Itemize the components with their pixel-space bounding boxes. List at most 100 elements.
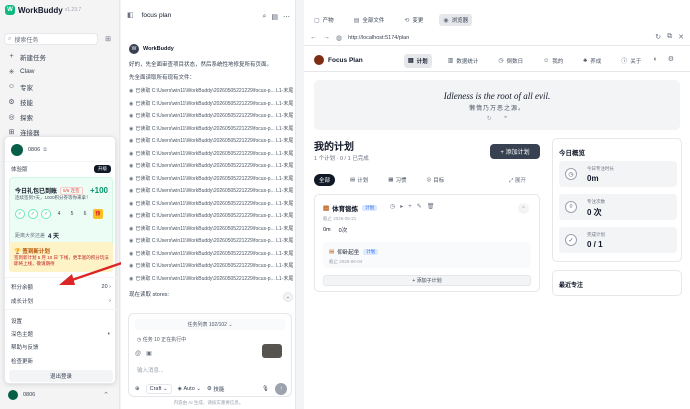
sidebar-item-3[interactable]: ⚙ 技能 [4, 94, 114, 109]
filter-tab[interactable]: ▤ 计划 [345, 174, 373, 186]
tab-files[interactable]: ▤ 全部文件 [350, 14, 389, 26]
profile-menu-item[interactable]: 深色主题 ◐ [11, 330, 111, 338]
read-file-line[interactable]: ◉ 已读取 C:\Users\win11\WorkBuddy\2026050522… [129, 162, 295, 169]
skill-button[interactable]: ⚙ 技能 [207, 385, 224, 393]
sidebar-item-4[interactable]: ◎ 探索 [4, 109, 114, 124]
sidebar-item-label: 探索 [20, 114, 33, 122]
refresh-icon[interactable]: ↻ [487, 115, 492, 122]
chat-message: 现在读取 stores: [129, 292, 170, 298]
expand-button[interactable]: ⤢ 展开 [509, 176, 526, 185]
sidebar-item-2[interactable]: ☺ 专家 [4, 79, 114, 94]
theme-icon[interactable]: ◐ [653, 56, 657, 63]
timer-icon[interactable]: ◷ [390, 203, 395, 210]
copy-icon[interactable]: ⧉ [43, 147, 47, 153]
read-file-line[interactable]: ◉ 已读取 C:\Users\win11\WorkBuddy\2026050522… [129, 150, 295, 157]
app-tab-info[interactable]: ⓘ 关于 [617, 53, 645, 68]
profile-menu-item[interactable]: 检查更新 [11, 357, 111, 365]
read-file-line[interactable]: ◉ 已读取 C:\Users\win11\WorkBuddy\2026050522… [129, 250, 295, 257]
model-select[interactable]: ◈ Auto ⌄ [178, 386, 201, 392]
read-file-line[interactable]: ◉ 已读取 C:\Users\win11\WorkBuddy\2026050522… [129, 125, 295, 132]
read-file-line[interactable]: ◉ 已读取 C:\Users\win11\WorkBuddy\2026050522… [129, 275, 295, 282]
read-file-line[interactable]: ◉ 已读取 C:\Users\win11\WorkBuddy\2026050522… [129, 187, 295, 194]
read-file-line[interactable]: ◉ 已读取 C:\Users\win11\WorkBuddy\2026050522… [129, 262, 295, 269]
profile-menu-item[interactable]: 帮助与反馈 [11, 343, 111, 351]
add-subplan-button[interactable]: + 添加子计划 [323, 275, 531, 286]
profile-menu-value: › [109, 298, 111, 304]
stat-label: 今日专注时长 [587, 166, 614, 171]
read-file-line[interactable]: ◉ 已读取 C:\Users\win11\WorkBuddy\2026050522… [129, 137, 295, 144]
card-user: 0806 ⧉ [11, 144, 47, 156]
gift-icon: 🎁 [93, 209, 103, 219]
add-icon[interactable]: + [408, 204, 412, 210]
task-running: ◷ 任务 10 正在执行中 [137, 337, 187, 343]
bottom-user[interactable]: 0806 [8, 390, 35, 400]
search-input[interactable]: ⌕ 搜索任务 [4, 33, 98, 45]
claw-icon: ✳ [8, 68, 15, 76]
scroll-down-button[interactable]: ⌄ [283, 292, 293, 302]
collapse-button[interactable]: ⌃ [518, 203, 529, 214]
app-tab-sprout[interactable]: ♣ 养成 [579, 54, 605, 68]
read-file-line[interactable]: ◉ 已读取 C:\Users\win11\WorkBuddy\2026050522… [129, 175, 295, 182]
chevron-up-icon[interactable]: ⌃ [103, 391, 109, 399]
profile-menu-item[interactable]: 设置 [11, 317, 111, 325]
subplan-card[interactable]: ▤ 仰卧起坐 计划 截止 2026-06-04 [323, 242, 531, 268]
sidebar-item-0[interactable]: + 新建任务 [4, 49, 114, 64]
mic-icon[interactable]: 🎙 [262, 386, 269, 392]
streak-label: 距离大奖还差 [15, 233, 46, 239]
url-input[interactable]: http://localhost:5174/plan [348, 35, 409, 41]
upgrade-button[interactable]: 升级 [94, 165, 111, 173]
read-file-line[interactable]: ◉ 已读取 C:\Users\win11\WorkBuddy\2026050522… [129, 237, 295, 244]
tab-product[interactable]: ▢ 产物 [310, 14, 338, 26]
new-window-icon[interactable]: ⊞ [103, 34, 113, 44]
edit-icon[interactable]: ✎ [417, 203, 422, 210]
delete-icon[interactable]: 🗑 [427, 203, 435, 210]
read-file-line[interactable]: ◉ 已读取 C:\Users\win11\WorkBuddy\2026050522… [129, 87, 295, 94]
timer-icon: ◷ [498, 58, 504, 64]
refresh-icon[interactable]: ↻ [655, 33, 661, 41]
attach-icon[interactable]: ⊕ [135, 386, 140, 392]
eye-icon: ◉ [129, 238, 134, 244]
open-external-icon[interactable]: ⧉ [667, 33, 672, 41]
sidebar-toggle-icon[interactable]: ◧ [127, 11, 134, 19]
pin-icon[interactable]: ⌖ [504, 115, 507, 122]
logout-button[interactable]: 退出登录 [9, 370, 113, 382]
back-icon[interactable]: ← [310, 34, 317, 41]
tab-changes[interactable]: ⟲ 变更 [400, 14, 427, 26]
app-tab-mine[interactable]: ☺ 我的 [539, 54, 567, 68]
more-icon[interactable]: ⋯ [283, 13, 290, 21]
image-icon[interactable]: ▣ [146, 350, 152, 357]
play-icon[interactable]: ▸ [400, 203, 403, 210]
mine-icon: ☺ [543, 57, 550, 64]
sidebar-item-1[interactable]: ✳ Claw [4, 64, 114, 79]
read-file-line[interactable]: ◉ 已读取 C:\Users\win11\WorkBuddy\2026050522… [129, 200, 295, 207]
task-list-toggle[interactable]: 任务列表 102/102 ⌄ [135, 319, 285, 330]
tab-browser[interactable]: ◉ 浏览器 [439, 14, 473, 26]
forward-icon[interactable]: → [323, 34, 330, 41]
read-file-text: 已读取 C:\Users\win11\WorkBuddy\20260505221… [135, 175, 294, 182]
close-icon[interactable]: ✕ [678, 33, 684, 41]
filter-tab[interactable]: ▦ 习惯 [383, 174, 411, 186]
stat-label: 完成计划 [587, 232, 605, 237]
search-icon[interactable]: ⌕ [262, 13, 266, 21]
settings-icon[interactable]: ⚙ [668, 55, 674, 63]
split-view-icon[interactable]: ▤ [271, 13, 278, 21]
app-tab-timer[interactable]: ◷ 倒数日 [494, 54, 527, 68]
send-button[interactable]: ↑ [275, 383, 287, 395]
read-file-line[interactable]: ◉ 已读取 C:\Users\win11\WorkBuddy\2026050522… [129, 100, 295, 107]
mode-select[interactable]: Craft ⌄ [145, 384, 172, 394]
plan-deadline: 截止 2026-05-21 [323, 216, 357, 221]
add-plan-button[interactable]: + 添加计划 [490, 144, 540, 159]
filter-label: 目标 [433, 178, 445, 184]
message-input[interactable]: 输入消息... [137, 366, 164, 374]
read-file-line[interactable]: ◉ 已读取 C:\Users\win11\WorkBuddy\2026050522… [129, 112, 295, 119]
read-file-text: 已读取 C:\Users\win11\WorkBuddy\20260505221… [135, 100, 294, 107]
filter-tab[interactable]: 全部 [314, 174, 336, 186]
filter-tab[interactable]: ◎ 目标 [421, 174, 449, 186]
app-tab-stats[interactable]: ▥ 数据统计 [444, 54, 483, 68]
read-file-line[interactable]: ◉ 已读取 C:\Users\win11\WorkBuddy\2026050522… [129, 225, 295, 232]
read-file-text: 已读取 C:\Users\win11\WorkBuddy\20260505221… [135, 225, 294, 232]
app-tab-plan[interactable]: ▤ 计划 [404, 53, 432, 68]
read-file-line[interactable]: ◉ 已读取 C:\Users\win11\WorkBuddy\2026050522… [129, 212, 295, 219]
at-icon[interactable]: @ [135, 351, 141, 357]
profile-menu-item[interactable]: 成长计划 › [11, 297, 111, 305]
